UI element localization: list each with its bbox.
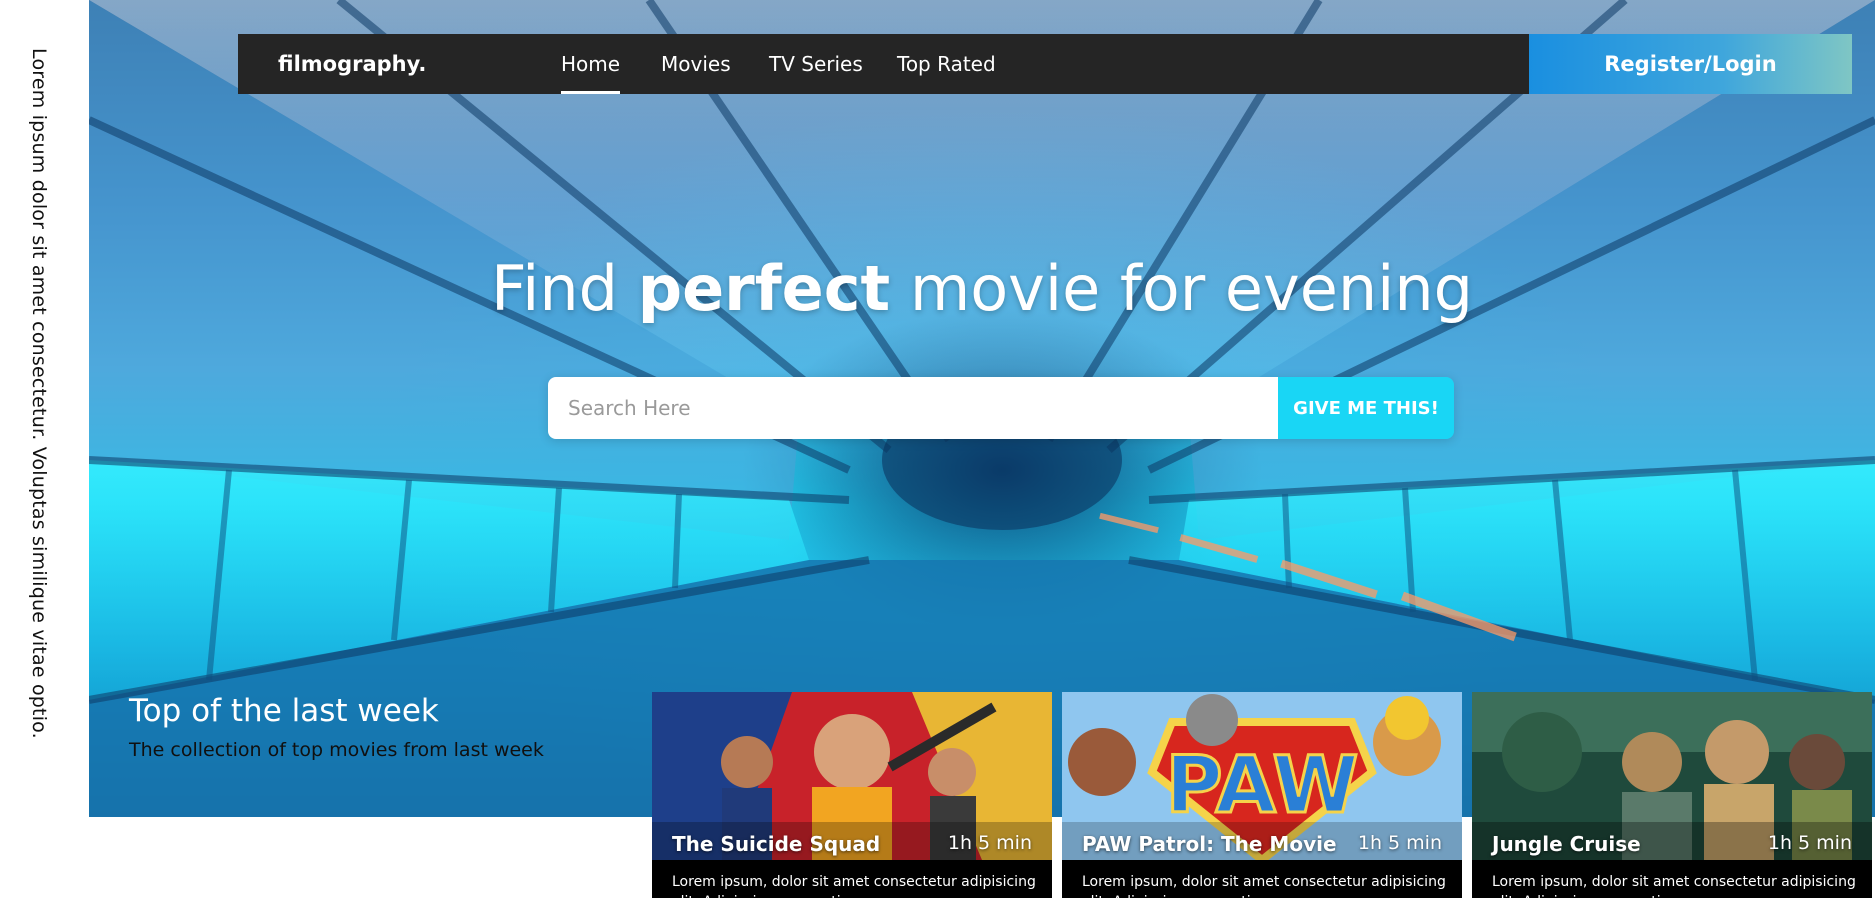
movie-description: Lorem ipsum, dolor sit amet consectetur … bbox=[1082, 874, 1446, 898]
headline-bold: perfect bbox=[637, 252, 891, 325]
movie-title: PAW Patrol: The Movie bbox=[1082, 832, 1337, 856]
nav-item-top-rated[interactable]: Top Rated bbox=[897, 34, 996, 94]
nav-item-movies[interactable]: Movies bbox=[661, 34, 731, 94]
movie-description: Lorem ipsum, dolor sit amet consectetur … bbox=[1492, 874, 1856, 898]
movie-card[interactable]: The Suicide Squad 1h 5 min Lorem ipsum, … bbox=[652, 692, 1052, 898]
movie-title: Jungle Cruise bbox=[1492, 832, 1641, 856]
hero-headline: Find perfect movie for evening bbox=[89, 252, 1875, 325]
svg-text:PAW: PAW bbox=[1166, 741, 1359, 831]
movie-title: The Suicide Squad bbox=[672, 832, 881, 856]
headline-pre: Find bbox=[490, 252, 638, 325]
search-input[interactable] bbox=[548, 377, 1278, 439]
movie-duration: 1h 5 min bbox=[1767, 832, 1852, 854]
headline-post: movie for evening bbox=[890, 252, 1474, 325]
search-submit-button[interactable]: GIVE ME THIS! bbox=[1278, 377, 1454, 439]
movie-card[interactable]: PAW PAW Patrol: The Movie 1h 5 min Lorem… bbox=[1062, 692, 1462, 898]
register-login-button[interactable]: Register/Login bbox=[1529, 34, 1852, 94]
movie-card[interactable]: Jungle Cruise 1h 5 min Lorem ipsum, dolo… bbox=[1472, 692, 1872, 898]
movie-duration: 1h 5 min bbox=[1357, 832, 1442, 854]
nav-item-home[interactable]: Home bbox=[561, 34, 621, 94]
side-vertical-text: Lorem ipsum dolor sit amet consectetur. … bbox=[28, 48, 50, 739]
side-strip: Lorem ipsum dolor sit amet consectetur. … bbox=[0, 0, 89, 898]
brand-logo[interactable]: filmography. bbox=[278, 34, 426, 94]
section-title: Top of the last week bbox=[129, 693, 439, 729]
navbar: filmography. Home Movies TV Series Top R… bbox=[238, 34, 1852, 94]
movie-description: Lorem ipsum, dolor sit amet consectetur … bbox=[672, 874, 1036, 898]
nav-item-tv-series[interactable]: TV Series bbox=[769, 34, 863, 94]
search-bar: GIVE ME THIS! bbox=[548, 377, 1454, 439]
section-subtitle: The collection of top movies from last w… bbox=[129, 739, 544, 761]
movie-duration: 1h 5 min bbox=[947, 832, 1032, 854]
